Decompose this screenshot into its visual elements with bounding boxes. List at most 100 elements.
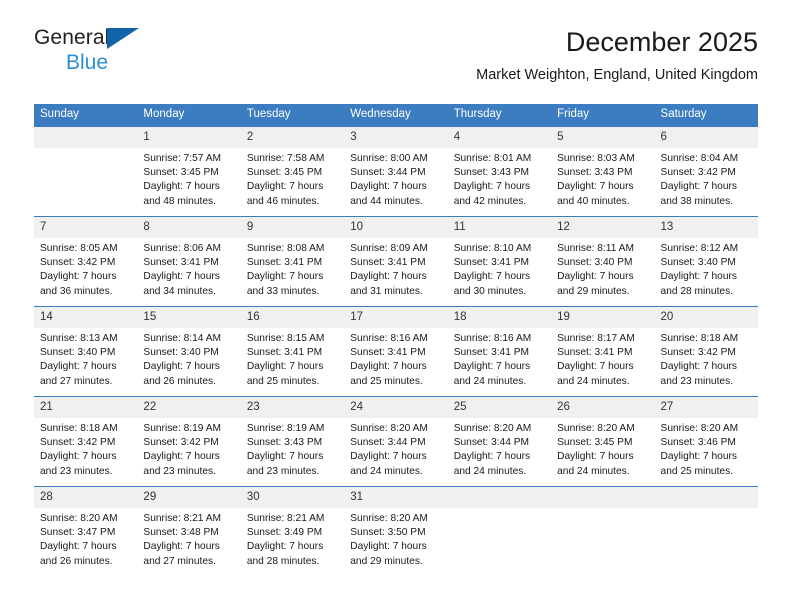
sunset-text: Sunset: 3:42 PM bbox=[143, 437, 219, 449]
calendar-day-cell[interactable]: 12 Sunrise: 8:11 AM Sunset: 3:40 PM Dayligh… bbox=[551, 216, 655, 307]
daylight-text-line1: Daylight: 7 hours bbox=[350, 181, 427, 193]
calendar-empty-cell bbox=[654, 486, 758, 576]
sunrise-text: Sunrise: 8:21 AM bbox=[246, 513, 325, 524]
day-details: Sunrise: 8:05 AM Sunset: 3:42 PM Daylight:… bbox=[34, 238, 137, 299]
calendar-day-cell[interactable]: 13 Sunrise: 8:12 AM Sunset: 3:40 PM Dayligh… bbox=[654, 216, 758, 307]
calendar-day-cell[interactable]: 31 Sunrise: 8:20 AM Sunset: 3:50 PM Dayligh… bbox=[344, 486, 448, 576]
day-details: Sunrise: 8:18 AM Sunset: 3:42 PM Daylight:… bbox=[655, 328, 758, 389]
day-number: 23 bbox=[240, 397, 345, 418]
calendar-day-cell[interactable]: 30 Sunrise: 8:21 AM Sunset: 3:49 PM Dayligh… bbox=[240, 486, 345, 576]
day-number: 6 bbox=[654, 127, 758, 148]
calendar-day-cell[interactable]: 28 Sunrise: 8:20 AM Sunset: 3:47 PM Dayligh… bbox=[34, 486, 138, 576]
sunrise-text: Sunrise: 8:11 AM bbox=[557, 243, 634, 254]
sunset-text: Sunset: 3:45 PM bbox=[557, 437, 633, 449]
calendar-day-cell[interactable]: 1 Sunrise: 7:57 AM Sunset: 3:45 PM Daylight… bbox=[137, 126, 241, 217]
day-details: Sunrise: 8:20 AM Sunset: 3:44 PM Daylight:… bbox=[344, 418, 447, 479]
calendar-day-cell[interactable]: 19 Sunrise: 8:17 AM Sunset: 3:41 PM Dayligh… bbox=[551, 306, 655, 397]
sunrise-text: Sunrise: 8:18 AM bbox=[660, 333, 739, 344]
day-number: 17 bbox=[344, 307, 448, 328]
calendar-day-cell[interactable]: 11 Sunrise: 8:10 AM Sunset: 3:41 PM Dayligh… bbox=[447, 216, 552, 307]
calendar-day-cell[interactable]: 15 Sunrise: 8:14 AM Sunset: 3:40 PM Dayligh… bbox=[137, 306, 241, 397]
day-details: Sunrise: 8:17 AM Sunset: 3:41 PM Daylight:… bbox=[551, 328, 654, 389]
brand-name-blue: Blue bbox=[66, 51, 109, 74]
daylight-text-line2: and 25 minutes. bbox=[660, 465, 734, 477]
calendar-day-cell[interactable]: 16 Sunrise: 8:15 AM Sunset: 3:41 PM Dayligh… bbox=[240, 306, 345, 397]
day-details: Sunrise: 8:06 AM Sunset: 3:41 PM Daylight:… bbox=[137, 238, 240, 299]
daylight-text-line1: Daylight: 7 hours bbox=[557, 181, 634, 193]
calendar-day-cell[interactable]: 8 Sunrise: 8:06 AM Sunset: 3:41 PM Daylight… bbox=[137, 216, 241, 307]
calendar-day-cell[interactable]: 20 Sunrise: 8:18 AM Sunset: 3:42 PM Dayligh… bbox=[654, 306, 758, 397]
calendar-day-cell[interactable]: 21 Sunrise: 8:18 AM Sunset: 3:42 PM Dayligh… bbox=[34, 396, 138, 487]
day-number: 25 bbox=[447, 397, 552, 418]
daylight-text-line2: and 48 minutes. bbox=[143, 195, 216, 207]
calendar-day-cell[interactable]: 3 Sunrise: 8:00 AM Sunset: 3:44 PM Daylight… bbox=[344, 126, 448, 217]
day-details: Sunrise: 7:58 AM Sunset: 3:45 PM Daylight:… bbox=[241, 148, 344, 209]
calendar-week-row: 7 Sunrise: 8:05 AM Sunset: 3:42 PM Daylight… bbox=[34, 216, 758, 307]
day-number: 11 bbox=[447, 217, 552, 238]
calendar-day-cell[interactable]: 24 Sunrise: 8:20 AM Sunset: 3:44 PM Dayligh… bbox=[344, 396, 448, 487]
daylight-text-line1: Daylight: 7 hours bbox=[246, 541, 324, 553]
calendar-day-cell[interactable]: 18 Sunrise: 8:16 AM Sunset: 3:41 PM Dayligh… bbox=[447, 306, 552, 397]
daylight-text-line2: and 40 minutes. bbox=[557, 195, 630, 207]
calendar-day-cell[interactable]: 2 Sunrise: 7:58 AM Sunset: 3:45 PM Daylight… bbox=[240, 126, 345, 217]
daylight-text-line1: Daylight: 7 hours bbox=[350, 541, 427, 553]
calendar-day-cell[interactable]: 25 Sunrise: 8:20 AM Sunset: 3:44 PM Dayligh… bbox=[447, 396, 552, 487]
page-header: General Blue December 2025 Market Weight… bbox=[34, 26, 758, 98]
day-details: Sunrise: 8:19 AM Sunset: 3:43 PM Daylight:… bbox=[241, 418, 344, 479]
daylight-text-line1: Daylight: 7 hours bbox=[350, 361, 427, 373]
day-number: 27 bbox=[654, 397, 758, 418]
brand-logo[interactable]: General Blue bbox=[34, 26, 254, 86]
day-details bbox=[34, 148, 137, 152]
page-subtitle: Market Weighton, England, United Kingdom bbox=[476, 67, 758, 83]
calendar-day-cell[interactable]: 10 Sunrise: 8:09 AM Sunset: 3:41 PM Dayligh… bbox=[344, 216, 448, 307]
sunrise-text: Sunrise: 8:09 AM bbox=[350, 243, 428, 254]
daylight-text-line1: Daylight: 7 hours bbox=[143, 361, 220, 373]
day-details: Sunrise: 8:04 AM Sunset: 3:42 PM Daylight:… bbox=[655, 148, 758, 209]
daylight-text-line2: and 26 minutes. bbox=[40, 555, 113, 567]
day-details: Sunrise: 8:20 AM Sunset: 3:47 PM Daylight:… bbox=[34, 508, 137, 569]
sunrise-text: Sunrise: 8:16 AM bbox=[350, 333, 428, 344]
weekday-header-monday: Monday bbox=[137, 104, 241, 127]
calendar-day-cell[interactable]: 5 Sunrise: 8:03 AM Sunset: 3:43 PM Daylight… bbox=[551, 126, 655, 217]
day-details bbox=[655, 508, 758, 512]
sunset-text: Sunset: 3:43 PM bbox=[246, 437, 323, 449]
sunset-text: Sunset: 3:46 PM bbox=[660, 437, 736, 449]
day-number: 24 bbox=[344, 397, 448, 418]
calendar-day-cell[interactable]: 27 Sunrise: 8:20 AM Sunset: 3:46 PM Dayligh… bbox=[654, 396, 758, 487]
daylight-text-line2: and 33 minutes. bbox=[246, 285, 320, 297]
sunrise-text: Sunrise: 8:20 AM bbox=[453, 423, 532, 434]
calendar-day-cell[interactable]: 7 Sunrise: 8:05 AM Sunset: 3:42 PM Daylight… bbox=[34, 216, 138, 307]
sunrise-text: Sunrise: 8:00 AM bbox=[350, 153, 428, 164]
sunrise-text: Sunrise: 8:15 AM bbox=[246, 333, 325, 344]
sunset-text: Sunset: 3:40 PM bbox=[557, 257, 633, 269]
daylight-text-line2: and 46 minutes. bbox=[246, 195, 320, 207]
sunset-text: Sunset: 3:50 PM bbox=[350, 527, 426, 539]
calendar-day-cell[interactable]: 4 Sunrise: 8:01 AM Sunset: 3:43 PM Daylight… bbox=[447, 126, 552, 217]
day-number: 14 bbox=[34, 307, 138, 328]
weekday-header-thursday: Thursday bbox=[447, 104, 552, 127]
calendar-day-cell[interactable]: 23 Sunrise: 8:19 AM Sunset: 3:43 PM Dayligh… bbox=[240, 396, 345, 487]
day-number: 26 bbox=[551, 397, 655, 418]
day-number: 7 bbox=[34, 217, 138, 238]
calendar-day-cell[interactable]: 9 Sunrise: 8:08 AM Sunset: 3:41 PM Daylight… bbox=[240, 216, 345, 307]
calendar-day-cell[interactable]: 6 Sunrise: 8:04 AM Sunset: 3:42 PM Daylight… bbox=[654, 126, 758, 217]
calendar-day-cell[interactable]: 26 Sunrise: 8:20 AM Sunset: 3:45 PM Dayligh… bbox=[551, 396, 655, 487]
calendar-day-cell[interactable]: 29 Sunrise: 8:21 AM Sunset: 3:48 PM Dayligh… bbox=[137, 486, 241, 576]
calendar-table: Sunday Monday Tuesday Wednesday Thursday… bbox=[34, 104, 758, 576]
calendar-day-cell[interactable]: 17 Sunrise: 8:16 AM Sunset: 3:41 PM Dayligh… bbox=[344, 306, 448, 397]
day-number: 3 bbox=[344, 127, 448, 148]
weekday-header: Sunday Monday Tuesday Wednesday Thursday… bbox=[34, 104, 758, 127]
sunrise-text: Sunrise: 8:10 AM bbox=[453, 243, 532, 254]
daylight-text-line1: Daylight: 7 hours bbox=[660, 271, 737, 283]
sunrise-text: Sunrise: 8:03 AM bbox=[557, 153, 635, 164]
sunrise-text: Sunrise: 8:18 AM bbox=[40, 423, 118, 434]
day-details: Sunrise: 8:14 AM Sunset: 3:40 PM Daylight:… bbox=[137, 328, 240, 389]
calendar-day-cell[interactable]: 14 Sunrise: 8:13 AM Sunset: 3:40 PM Dayligh… bbox=[34, 306, 138, 397]
sunrise-text: Sunrise: 8:14 AM bbox=[143, 333, 222, 344]
day-number bbox=[551, 487, 655, 508]
calendar-day-cell[interactable]: 22 Sunrise: 8:19 AM Sunset: 3:42 PM Dayligh… bbox=[137, 396, 241, 487]
weekday-header-tuesday: Tuesday bbox=[240, 104, 345, 127]
sunset-text: Sunset: 3:41 PM bbox=[350, 257, 426, 269]
day-details: Sunrise: 8:08 AM Sunset: 3:41 PM Daylight:… bbox=[241, 238, 344, 299]
day-details: Sunrise: 8:20 AM Sunset: 3:44 PM Daylight:… bbox=[448, 418, 551, 479]
